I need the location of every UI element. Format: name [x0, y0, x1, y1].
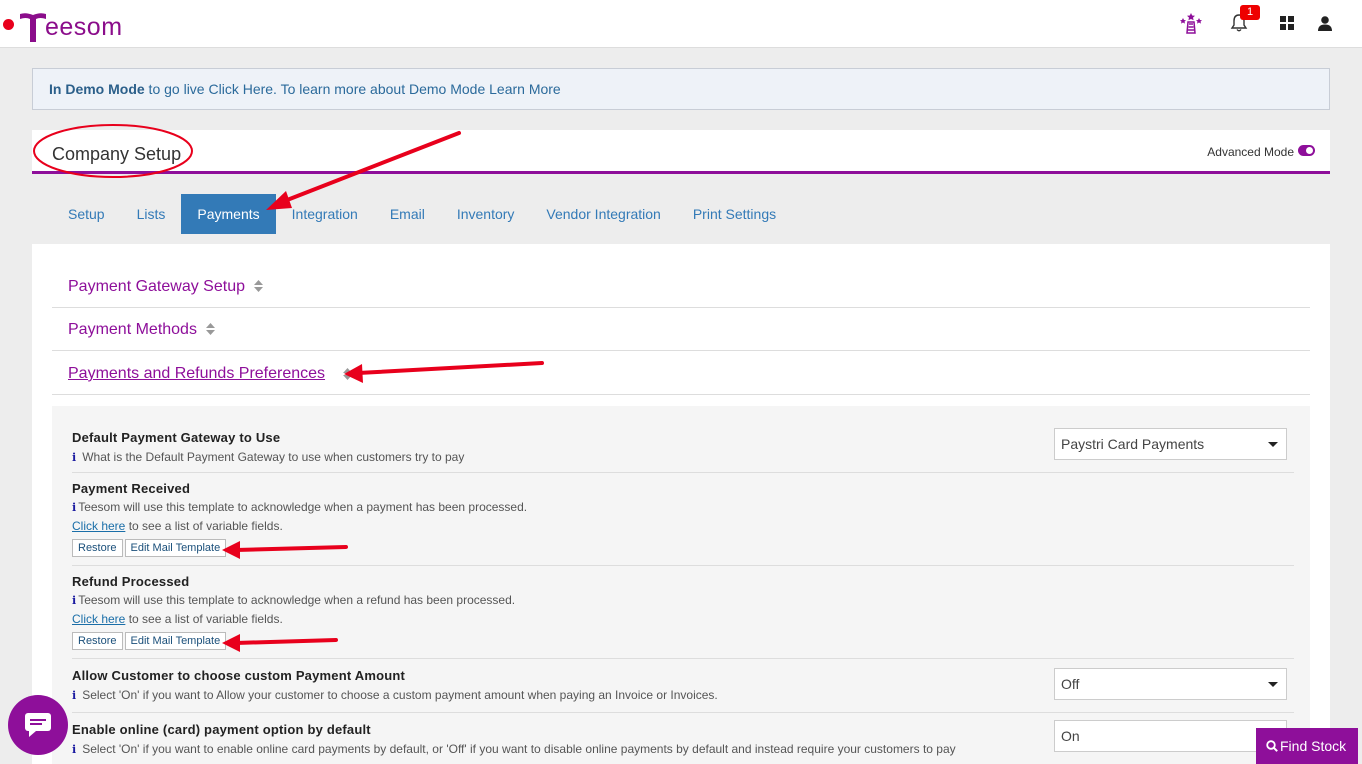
search-icon	[1266, 740, 1278, 752]
section-title: Payments and Refunds Preferences	[68, 365, 326, 382]
demo-mode-label: In Demo Mode	[49, 81, 145, 97]
info-icon: i	[72, 501, 77, 514]
section-title: Payment Gateway Setup	[68, 278, 245, 295]
demo-mode-text[interactable]: to go live Click Here. To learn more abo…	[145, 81, 561, 97]
sort-icon	[253, 279, 263, 292]
find-stock-label: Find Stock	[1280, 738, 1347, 754]
logo-text: eesom	[45, 13, 123, 41]
pref-description: i Select 'On' if you want to enable onlin…	[72, 742, 956, 756]
grid-icon[interactable]	[1276, 12, 1298, 34]
advanced-mode-label: Advanced Mode	[1207, 145, 1294, 159]
edit-mail-template-button[interactable]: Edit Mail Template	[124, 632, 227, 650]
tab-inventory[interactable]: Inventory	[441, 194, 531, 234]
section-payment-methods[interactable]: Payment Methods	[52, 307, 1310, 351]
pref-payment-received: Payment Received i Teesom will use this t…	[72, 473, 1294, 566]
page-title: Company Setup	[52, 144, 182, 164]
info-icon: i	[72, 594, 77, 607]
tab-vendor-integration[interactable]: Vendor Integration	[530, 194, 676, 234]
chat-button[interactable]	[8, 695, 68, 755]
user-icon[interactable]	[1314, 12, 1336, 34]
section-title: Payment Methods	[68, 321, 197, 338]
info-icon: i	[72, 689, 77, 702]
tower-icon[interactable]	[1180, 12, 1202, 34]
sort-icon	[205, 322, 215, 335]
pref-title: Enable online (card) payment option by d…	[72, 722, 371, 737]
payments-panel: Payment Gateway Setup Payment Methods Pa…	[32, 244, 1330, 764]
pref-title: Refund Processed	[72, 574, 190, 589]
settings-tabs: Setup Lists Payments Integration Email I…	[52, 194, 792, 234]
restore-button[interactable]: Restore	[72, 539, 123, 557]
notification-badge[interactable]: 1	[1240, 5, 1260, 20]
section-payments-and-refunds-preferences[interactable]: Payments and Refunds Preferences	[52, 351, 1310, 395]
pref-description: i What is the Default Payment Gateway to …	[72, 450, 465, 464]
pref-description: i Select 'On' if you want to Allow your c…	[72, 688, 718, 702]
advanced-mode-toggle[interactable]	[1298, 145, 1315, 156]
pref-title: Payment Received	[72, 481, 191, 496]
tab-integration[interactable]: Integration	[276, 194, 374, 234]
pref-link-line: Click here to see a list of variable fie…	[72, 612, 283, 626]
info-icon: i	[72, 743, 77, 756]
tab-print-settings[interactable]: Print Settings	[677, 194, 792, 234]
demo-mode-banner[interactable]: In Demo Mode to go live Click Here. To l…	[32, 68, 1330, 110]
pref-description: i Teesom will use this template to acknow…	[72, 593, 516, 607]
tab-email[interactable]: Email	[374, 194, 441, 234]
tab-payments[interactable]: Payments	[181, 194, 276, 234]
chat-icon	[25, 713, 51, 737]
variable-fields-link[interactable]: Click here	[72, 519, 125, 533]
teesom-logo[interactable]: eesom	[20, 8, 123, 42]
preferences-list: Default Payment Gateway to Use i What is …	[52, 406, 1310, 764]
section-payment-gateway-setup[interactable]: Payment Gateway Setup	[52, 264, 1310, 308]
logo-t-glyph	[20, 13, 46, 42]
tab-lists[interactable]: Lists	[121, 194, 182, 234]
variable-fields-link[interactable]: Click here	[72, 612, 125, 626]
section-label[interactable]: Payments and Refunds Preferences	[68, 365, 325, 383]
page-header: Company Setup Advanced Mode	[32, 130, 1330, 174]
section-label[interactable]: Payment Gateway Setup	[68, 278, 263, 296]
caret-down-icon	[1268, 682, 1278, 687]
template-buttons: Restore Edit Mail Template	[72, 632, 228, 650]
restore-button[interactable]: Restore	[72, 632, 123, 650]
custom-amount-select[interactable]: Off	[1054, 668, 1287, 700]
pref-title: Default Payment Gateway to Use	[72, 430, 281, 445]
pref-title: Allow Customer to choose custom Payment …	[72, 668, 406, 683]
pref-default-gateway: Default Payment Gateway to Use i What is …	[72, 420, 1294, 473]
info-icon: i	[72, 451, 77, 464]
tab-setup[interactable]: Setup	[52, 194, 121, 234]
caret-down-icon	[1268, 442, 1278, 447]
red-dot-marker	[3, 19, 14, 30]
pref-online-payment-default: Enable online (card) payment option by d…	[72, 713, 1294, 764]
pref-link-line: Click here to see a list of variable fie…	[72, 519, 283, 533]
pref-custom-payment-amount: Allow Customer to choose custom Payment …	[72, 659, 1294, 713]
top-bar: eesom 1	[0, 0, 1362, 48]
gateway-select[interactable]: Paystri Card Payments	[1054, 428, 1287, 460]
template-buttons: Restore Edit Mail Template	[72, 539, 228, 557]
sort-icon	[343, 368, 352, 380]
pref-refund-processed: Refund Processed i Teesom will use this t…	[72, 566, 1294, 659]
find-stock-button[interactable]: Find Stock	[1256, 728, 1358, 764]
edit-mail-template-button[interactable]: Edit Mail Template	[124, 539, 227, 557]
online-default-select[interactable]: On	[1054, 720, 1287, 752]
section-label[interactable]: Payment Methods	[68, 321, 215, 339]
pref-description: i Teesom will use this template to acknow…	[72, 500, 528, 514]
